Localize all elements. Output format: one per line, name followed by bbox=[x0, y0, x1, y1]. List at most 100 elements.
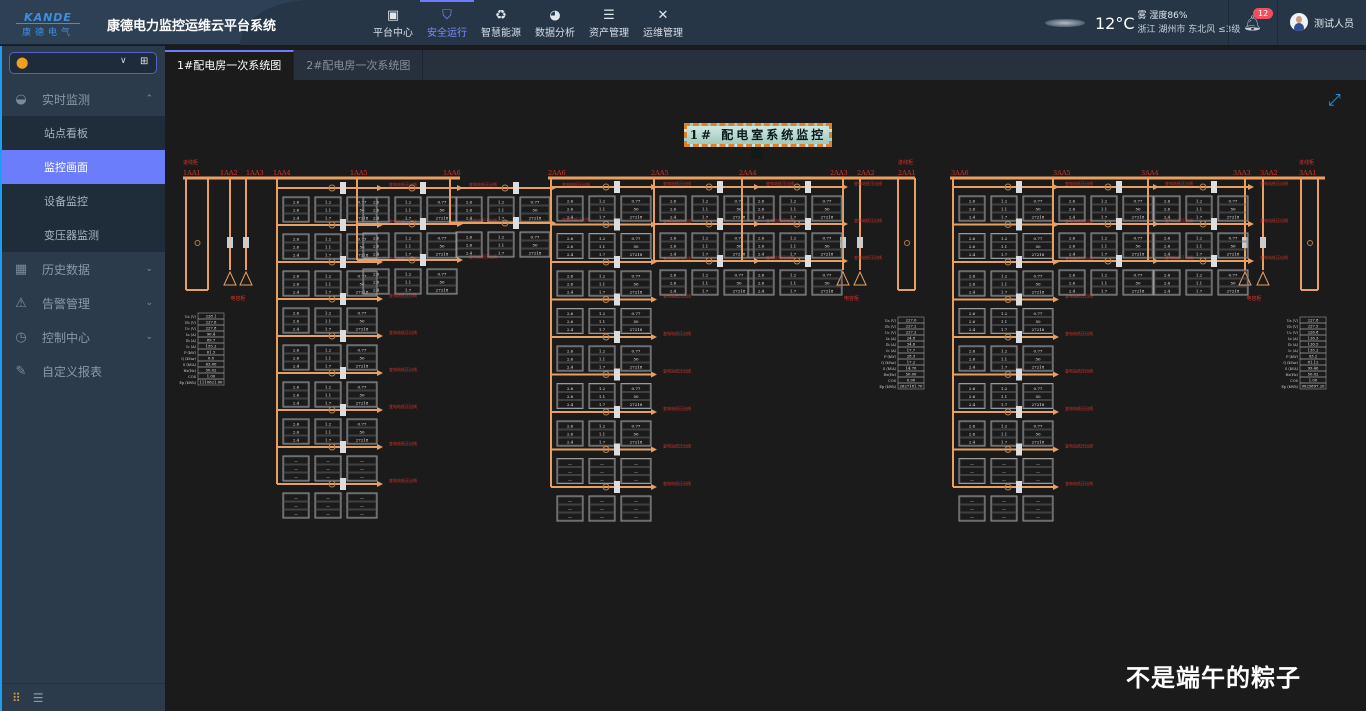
arrow-icon bbox=[377, 296, 383, 302]
meter-value: 1.2 bbox=[1196, 199, 1203, 204]
meter-value: 0.77 bbox=[632, 311, 641, 316]
meter-value: 1.7 bbox=[599, 440, 606, 445]
meter-value: 1.2 bbox=[599, 386, 606, 391]
capacitor-icon bbox=[853, 270, 867, 286]
meter-value: 2.6 bbox=[466, 235, 473, 240]
meter-value: 2.6 bbox=[293, 385, 300, 390]
meter-value: — bbox=[568, 461, 572, 466]
meter-value: 0.77 bbox=[1034, 386, 1043, 391]
breaker-icon bbox=[1016, 368, 1022, 381]
feeder-label: 变电站低压出线 bbox=[663, 405, 691, 411]
meter-value: 1.2 bbox=[1196, 273, 1203, 278]
meter-value: 1.7 bbox=[498, 251, 505, 256]
meter-value: 2.4 bbox=[670, 289, 677, 294]
meter-value: — bbox=[1002, 507, 1006, 512]
cabinet-label: 3AA1 bbox=[1299, 169, 1317, 177]
breaker-icon bbox=[717, 255, 723, 267]
breaker-icon bbox=[420, 182, 426, 194]
meter-value: 2.6 bbox=[969, 311, 976, 316]
meter-value: 2.4 bbox=[373, 288, 380, 293]
breaker-icon bbox=[340, 330, 346, 342]
meter-value: 89.7 bbox=[207, 338, 216, 343]
meter-row-label: COS bbox=[188, 375, 197, 379]
meter-value: 2.4 bbox=[373, 216, 380, 221]
meter-value: 50 bbox=[1035, 394, 1041, 399]
meter-value: 1.1 bbox=[1196, 281, 1202, 286]
meter-value: 1.2 bbox=[405, 236, 412, 241]
meter-value: 1.2 bbox=[790, 236, 797, 241]
meter-value: 27218 bbox=[630, 252, 643, 257]
cabinet-label: 2AA6 bbox=[548, 169, 566, 177]
arrow-icon bbox=[1248, 221, 1254, 227]
ct-icon bbox=[904, 240, 910, 246]
meter-value: 27218 bbox=[436, 288, 449, 293]
meter-row-label: Q (kVar) bbox=[881, 361, 896, 365]
meter-value: 1.1 bbox=[405, 280, 411, 285]
meter-value: 50 bbox=[633, 207, 639, 212]
meter-value: 2.6 bbox=[373, 200, 380, 205]
meter-value: 1.2 bbox=[1001, 386, 1008, 391]
meter-value: 2.6 bbox=[373, 236, 380, 241]
meter-value: 1.7 bbox=[1196, 252, 1203, 257]
cabinet-label: 1AA3 bbox=[246, 169, 264, 177]
meter-value: 226.8 bbox=[1308, 330, 1319, 335]
meter-value: 1.7 bbox=[1001, 365, 1008, 370]
breaker-icon bbox=[340, 441, 346, 453]
meter-value: 50 bbox=[1135, 207, 1141, 212]
meter-value: 2.4 bbox=[1164, 252, 1171, 257]
meter-value: 2.6 bbox=[969, 282, 976, 287]
meter-value: 0.77 bbox=[735, 273, 744, 278]
meter-row-label: S (kVA) bbox=[883, 367, 897, 371]
arrow-icon bbox=[377, 407, 383, 413]
meter-value: 27218 bbox=[529, 216, 542, 221]
cabinet-label: 3AA6 bbox=[951, 169, 969, 177]
meter-value: 1.7 bbox=[599, 252, 606, 257]
meter-value: 1.2 bbox=[325, 385, 332, 390]
meter-value: 1.7 bbox=[325, 438, 332, 443]
meter-value: 2.6 bbox=[567, 207, 574, 212]
meter-value: 0.77 bbox=[1134, 236, 1143, 241]
fullscreen-icon[interactable]: ⤢ bbox=[1328, 90, 1341, 110]
feeder-label: 变电站低压出线 bbox=[663, 180, 691, 186]
meter-value: 50 bbox=[633, 357, 639, 362]
meter-value: 0.77 bbox=[1229, 236, 1238, 241]
meter-value: 50 bbox=[1035, 357, 1041, 362]
meter-value: — bbox=[568, 507, 572, 512]
arrow-icon bbox=[651, 296, 657, 303]
meter-value: 2.4 bbox=[293, 327, 300, 332]
feeder-label: 变电站低压出线 bbox=[1065, 330, 1093, 336]
meter-value: 27218 bbox=[630, 327, 643, 332]
meter-row-label: Ua (V) bbox=[185, 315, 197, 319]
meter-value: 2.4 bbox=[373, 252, 380, 257]
meter-value: 0.77 bbox=[358, 311, 367, 316]
breaker-icon bbox=[614, 368, 620, 381]
meter-value: — bbox=[1036, 477, 1040, 482]
meter-value: 24.8 bbox=[907, 336, 916, 341]
meter-value: 27218 bbox=[1132, 252, 1145, 257]
meter-row-label: Uc (V) bbox=[885, 331, 897, 335]
meter-row-label: S (kVA) bbox=[1285, 367, 1299, 371]
meter-row-label: Ep (kWh) bbox=[179, 381, 196, 385]
meter-value: 0.77 bbox=[823, 199, 832, 204]
meter-value: 1.7 bbox=[1101, 215, 1108, 220]
breaker-icon bbox=[513, 182, 519, 194]
meter-value: 1.1 bbox=[599, 244, 605, 249]
meter-value: 1.2 bbox=[599, 349, 606, 354]
arrow-icon bbox=[1248, 184, 1254, 190]
meter-value: — bbox=[294, 496, 298, 501]
meter-value: 17.2 bbox=[907, 360, 916, 365]
arrow-icon bbox=[1053, 446, 1059, 453]
breaker-icon bbox=[1016, 406, 1022, 418]
breaker-icon bbox=[1016, 293, 1022, 306]
meter-value: — bbox=[600, 499, 604, 504]
meter-value: 2.6 bbox=[373, 208, 380, 213]
meter-value: 227.0 bbox=[906, 318, 917, 323]
arrow-icon bbox=[457, 257, 463, 263]
meter-value: 0.77 bbox=[358, 200, 367, 205]
meter-value: 2.6 bbox=[293, 311, 300, 316]
meter-value: — bbox=[634, 477, 638, 482]
meter-value: 2.6 bbox=[567, 244, 574, 249]
cabinet-label: 2AA2 bbox=[857, 169, 875, 177]
meter-value: 2.4 bbox=[1069, 289, 1076, 294]
meter-value: 0.77 bbox=[1034, 349, 1043, 354]
